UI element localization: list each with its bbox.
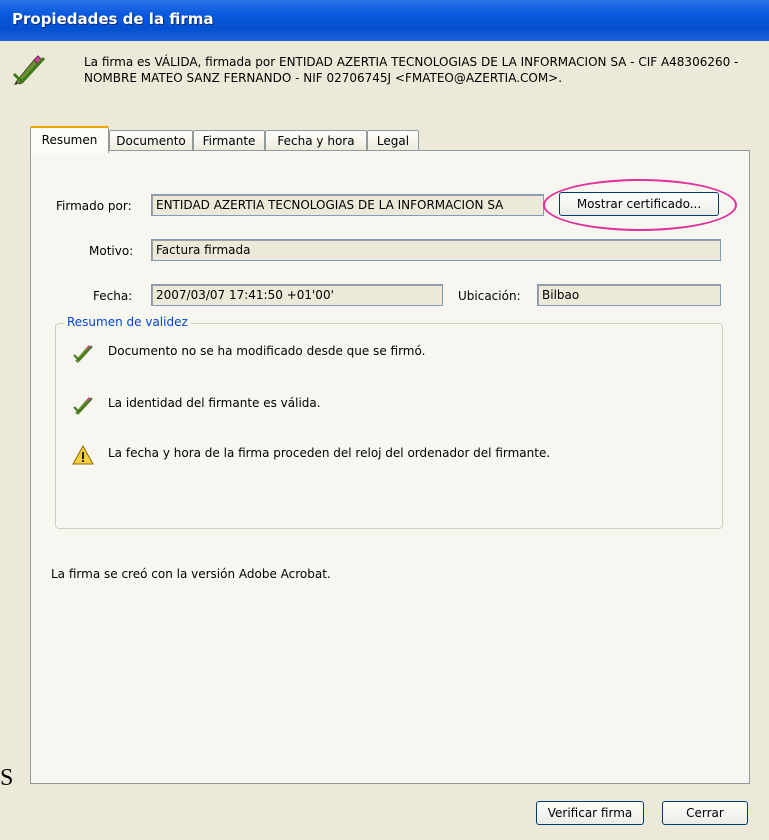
signed-by-label: Firmado por: (56, 199, 132, 213)
date-label: Fecha: (93, 289, 133, 303)
validity-item-text: La fecha y hora de la firma proceden del… (108, 446, 551, 460)
validity-summary-group: Resumen de validez Documento no se ha mo… (55, 315, 723, 529)
window-title: Propiedades de la firma (12, 10, 214, 28)
close-button[interactable]: Cerrar (662, 801, 748, 825)
reason-label: Motivo: (89, 244, 134, 258)
highlight-ellipse (543, 179, 737, 231)
location-label: Ubicación: (458, 289, 521, 303)
signature-pen-icon (12, 55, 46, 85)
signed-by-field[interactable]: ENTIDAD AZERTIA TECNOLOGIAS DE LA INFORM… (151, 194, 544, 216)
validity-item-text: Documento no se ha modificado desde que … (108, 344, 426, 358)
tab-fecha-y-hora[interactable]: Fecha y hora (265, 130, 367, 151)
stray-character: S (0, 765, 14, 791)
validity-summary-legend: Resumen de validez (64, 315, 191, 329)
tab-resumen[interactable]: Resumen (30, 126, 109, 153)
warning-icon (72, 444, 94, 465)
verify-signature-button[interactable]: Verificar firma (536, 801, 644, 825)
reason-field[interactable]: Factura firmada (151, 239, 721, 261)
location-field[interactable]: Bilbao (537, 284, 721, 306)
signature-valid-icon (73, 397, 93, 415)
title-bar[interactable]: Propiedades de la firma (0, 0, 769, 41)
acrobat-version-text: La firma se creó con la versión Adobe Ac… (51, 567, 331, 581)
tab-documento[interactable]: Documento (109, 130, 193, 151)
date-field[interactable]: 2007/03/07 17:41:50 +01'00' (151, 284, 443, 306)
tab-firmante[interactable]: Firmante (193, 130, 265, 151)
signature-status-message: La firma es VÁLIDA, firmada por ENTIDAD … (84, 55, 739, 85)
signature-valid-icon (73, 345, 93, 363)
tab-legal[interactable]: Legal (367, 130, 419, 151)
validity-item-text: La identidad del firmante es válida. (108, 396, 321, 410)
summary-panel: Firmado por: ENTIDAD AZERTIA TECNOLOGIAS… (30, 150, 750, 784)
signature-properties-dialog: Propiedades de la firma La firma es VÁLI… (0, 0, 769, 840)
